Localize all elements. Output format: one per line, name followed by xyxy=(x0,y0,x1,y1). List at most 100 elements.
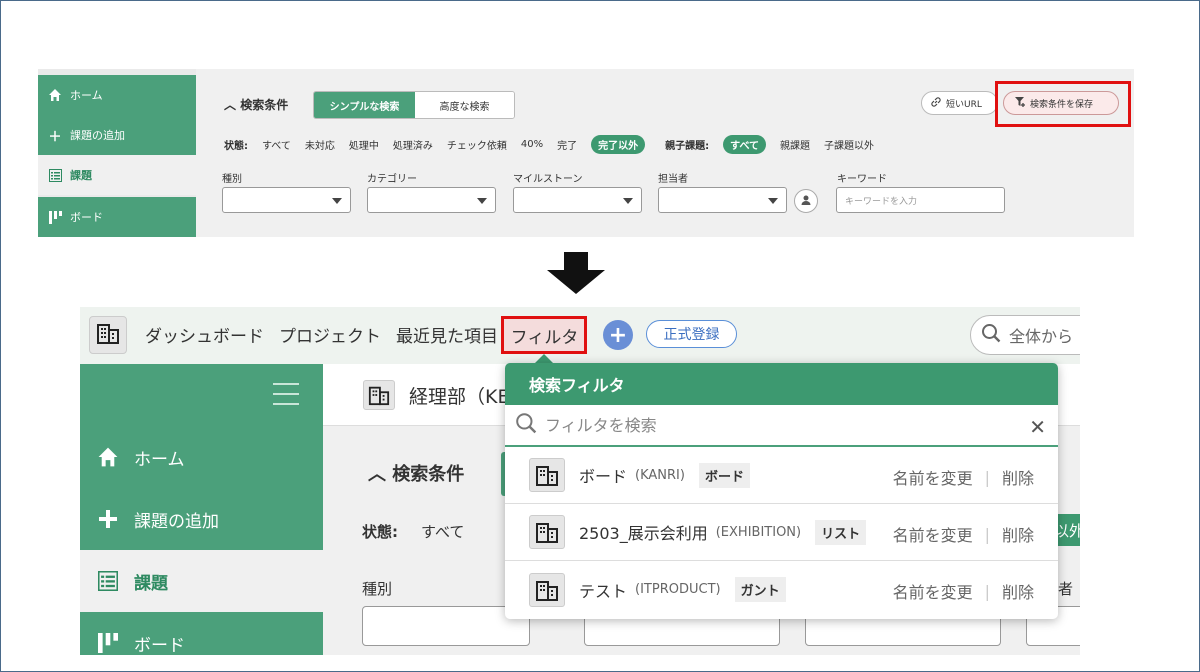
search-conditions-screenshot: ホーム ＋ 課題の追加 課題 ボード ︿ 検索条件 シンプルな検索 高度な検索 xyxy=(38,69,1134,237)
parent-option-selected[interactable]: すべて xyxy=(723,135,767,154)
status-option[interactable]: 処理済み xyxy=(393,137,433,152)
status-option[interactable]: 40% xyxy=(521,139,543,150)
sidebar-item-board[interactable]: ボード xyxy=(38,197,196,237)
link-icon xyxy=(930,96,942,111)
search-conditions-title: 検索条件 xyxy=(240,98,289,112)
plus-icon: ＋ xyxy=(48,129,62,145)
building-icon xyxy=(363,380,395,410)
status-option[interactable]: 完了 xyxy=(557,137,577,152)
short-url-button[interactable]: 短いURL xyxy=(921,91,998,115)
sidebar-item-label: ボード xyxy=(70,211,103,224)
delete-button[interactable]: 削除 xyxy=(1002,522,1034,546)
highlight-save-search xyxy=(995,81,1131,127)
person-icon xyxy=(800,194,812,209)
list-icon xyxy=(96,569,120,593)
delete-button[interactable]: 削除 xyxy=(1002,465,1034,489)
sidebar-item-add-issue[interactable]: 課題の追加 xyxy=(80,488,323,550)
status-option[interactable]: すべて xyxy=(421,521,464,542)
nav-projects[interactable]: プロジェクト xyxy=(279,322,381,347)
sidebar: ホーム ＋ 課題の追加 課題 ボード xyxy=(38,69,196,237)
sidebar-item-home[interactable]: ホーム xyxy=(80,426,323,488)
nav-recent-items[interactable]: 最近見た項目 xyxy=(396,322,498,347)
action-divider: | xyxy=(984,524,990,544)
board-icon xyxy=(96,631,120,655)
sidebar-item-add-issue[interactable]: ＋ 課題の追加 xyxy=(38,115,196,155)
sidebar-item-issues[interactable]: 課題 xyxy=(38,155,196,195)
project-title: 経理部（KE xyxy=(409,386,510,408)
delete-button[interactable]: 削除 xyxy=(1002,579,1034,603)
field-label-milestone: マイルストーン xyxy=(513,174,583,185)
filter-type-badge: リスト xyxy=(815,519,867,545)
sidebar-item-label: 課題の追加 xyxy=(70,129,125,142)
sidebar-item-label: ボード xyxy=(134,635,185,656)
type-select[interactable] xyxy=(222,187,351,213)
filter-actions: 名前を変更 | 削除 xyxy=(893,465,1034,489)
rename-button[interactable]: 名前を変更 xyxy=(893,579,973,603)
filter-search-box: ✕ xyxy=(505,405,1058,447)
assign-to-me-button[interactable] xyxy=(794,189,818,213)
search-filter-popup: 検索フィルタ ✕ ボード (KANRI) ボード 名前を変更 | 削除 2503… xyxy=(505,363,1058,619)
status-option[interactable]: すべて xyxy=(262,137,291,152)
sidebar-item-issues[interactable]: 課題 xyxy=(80,550,323,612)
filter-name: ボード xyxy=(579,467,628,486)
filter-list-item[interactable]: 2503_展示会利用 (EXHIBITION) リスト 名前を変更 | 削除 xyxy=(505,504,1058,561)
action-divider: | xyxy=(984,467,990,487)
highlight-filter-menu xyxy=(501,316,587,354)
close-icon[interactable]: ✕ xyxy=(1029,415,1046,439)
register-button[interactable]: 正式登録 xyxy=(646,320,737,348)
filter-list-item[interactable]: テスト (ITPRODUCT) ガント 名前を変更 | 削除 xyxy=(505,561,1058,618)
filter-project-key: (EXHIBITION) xyxy=(715,524,802,540)
chevron-up-icon: ︿ xyxy=(224,98,237,112)
sidebar-item-label: 課題の追加 xyxy=(134,511,219,532)
status-option-selected[interactable]: 完了以外 xyxy=(591,135,646,154)
sidebar-item-board[interactable]: ボード xyxy=(80,612,323,655)
status-option[interactable]: 未対応 xyxy=(305,137,335,152)
rename-button[interactable]: 名前を変更 xyxy=(893,522,973,546)
home-icon xyxy=(48,88,62,102)
global-search-placeholder: 全体から xyxy=(1009,327,1074,346)
down-arrow-icon xyxy=(547,252,605,294)
field-label-type: 種別 xyxy=(222,174,242,185)
filter-search-input[interactable] xyxy=(545,415,1005,435)
parent-option[interactable]: 子課題以外 xyxy=(824,137,874,152)
sidebar-header xyxy=(80,364,323,426)
search-conditions-toggle[interactable]: ︿ 検索条件 xyxy=(368,460,464,486)
menu-icon[interactable] xyxy=(273,383,299,405)
rename-button[interactable]: 名前を変更 xyxy=(893,465,973,489)
field-label-assignee: 担当者 xyxy=(658,174,688,185)
search-icon xyxy=(981,323,1001,347)
sidebar-item-label: 課題 xyxy=(134,573,168,594)
status-label: 状態: xyxy=(224,141,248,152)
building-icon xyxy=(529,458,565,492)
filter-project-key: (ITPRODUCT) xyxy=(635,582,721,597)
nav-dashboard[interactable]: ダッシュボード xyxy=(145,322,264,347)
chevron-up-icon: ︿ xyxy=(368,464,386,485)
milestone-select[interactable] xyxy=(513,187,642,213)
status-option[interactable]: 処理中 xyxy=(349,137,379,152)
status-option[interactable]: チェック依頼 xyxy=(447,137,507,152)
short-url-label: 短いURL xyxy=(946,99,982,110)
assignee-select[interactable] xyxy=(658,187,787,213)
field-label-keyword: キーワード xyxy=(837,174,887,185)
filter-actions: 名前を変更 | 削除 xyxy=(893,522,1034,546)
keyword-input[interactable]: キーワードを入力 xyxy=(836,187,1005,213)
simple-search-tab[interactable]: シンプルな検索 xyxy=(314,92,415,118)
search-conditions-toggle[interactable]: ︿ 検索条件 xyxy=(224,96,288,113)
global-search-input[interactable]: 全体から xyxy=(970,315,1080,355)
filter-project-key: (KANRI) xyxy=(635,467,685,483)
parent-option[interactable]: 親課題 xyxy=(780,137,810,152)
advanced-search-tab[interactable]: 高度な検索 xyxy=(415,92,514,118)
board-icon xyxy=(48,210,62,224)
sidebar-item-home[interactable]: ホーム xyxy=(38,75,196,115)
parent-child-label: 親子課題: xyxy=(665,141,710,152)
filter-name: 2503_展示会利用 xyxy=(579,524,708,543)
add-button[interactable]: + xyxy=(603,320,633,350)
space-logo[interactable] xyxy=(89,316,127,354)
filter-type-badge: ボード xyxy=(698,462,750,488)
filter-list-item[interactable]: ボード (KANRI) ボード 名前を変更 | 削除 xyxy=(505,447,1058,504)
search-mode-switch: シンプルな検索 高度な検索 xyxy=(313,91,515,119)
action-divider: | xyxy=(984,581,990,601)
category-select[interactable] xyxy=(367,187,496,213)
building-icon xyxy=(96,321,120,349)
status-label: 状態: xyxy=(362,523,398,541)
